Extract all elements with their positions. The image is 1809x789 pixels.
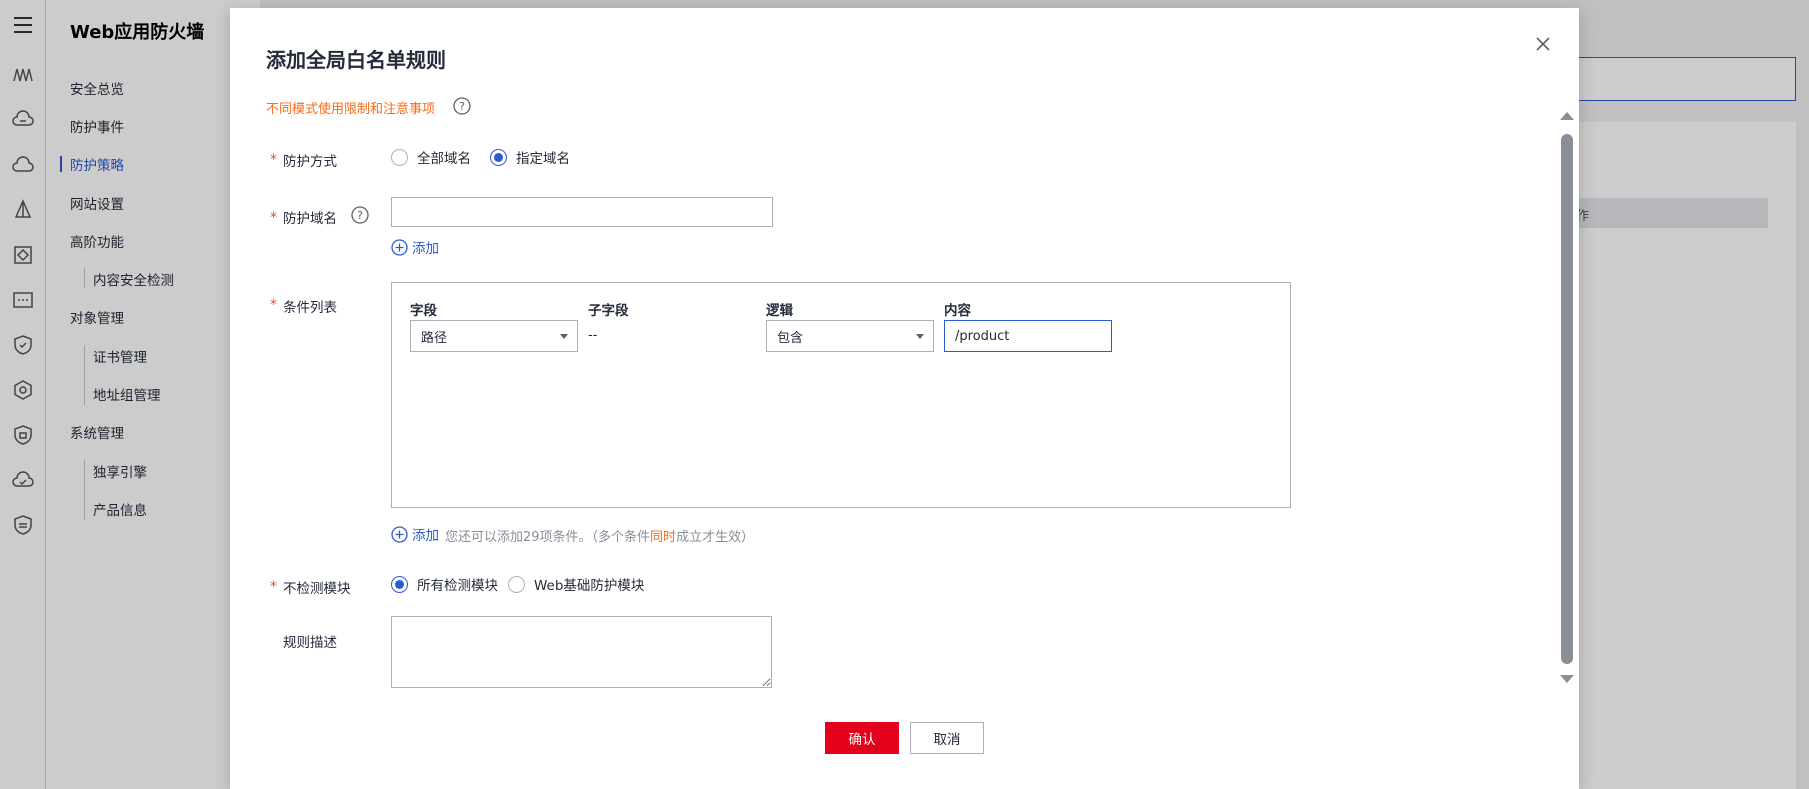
logic-select[interactable]: 包含: [766, 320, 934, 352]
svg-text:?: ?: [357, 209, 363, 222]
chevron-down-icon: [916, 334, 924, 339]
hint-text: 您还可以添加29项条件。（多个条件: [445, 530, 651, 545]
svg-text:?: ?: [459, 100, 465, 113]
add-condition-button[interactable]: 添加: [391, 524, 439, 544]
radio-label: Web基础防护模块: [534, 578, 645, 594]
radio-circle: [391, 148, 408, 166]
protect-domain-input[interactable]: [391, 197, 773, 227]
required-mark: *: [270, 210, 277, 226]
plus-circle-icon: [391, 525, 408, 543]
confirm-button[interactable]: 确认: [825, 722, 899, 754]
usage-notice-link[interactable]: 不同模式使用限制和注意事项: [266, 98, 435, 117]
dialog-title: 添加全局白名单规则: [266, 48, 446, 72]
radio-label: 所有检测模块: [417, 578, 498, 594]
radio-web-basic-protection[interactable]: Web基础防护模块: [508, 574, 644, 594]
required-mark: *: [270, 152, 277, 168]
radio-specified-domain[interactable]: 指定域名: [490, 147, 570, 167]
close-icon[interactable]: [1533, 34, 1553, 54]
rule-description-label: 规则描述: [283, 635, 337, 651]
column-header-logic: 逻辑: [766, 303, 793, 319]
chevron-down-icon: [560, 334, 568, 339]
radio-all-domains[interactable]: 全部域名: [391, 147, 471, 167]
hint-highlight: 同时: [650, 530, 677, 545]
radio-circle: [490, 148, 507, 166]
add-condition-label: 添加: [412, 528, 439, 544]
help-icon[interactable]: ?: [351, 206, 369, 224]
radio-circle: [508, 575, 525, 593]
radio-label: 全部域名: [417, 151, 471, 167]
add-domain-button[interactable]: 添加: [391, 237, 439, 257]
required-mark: *: [270, 579, 277, 595]
scroll-down-icon[interactable]: [1560, 675, 1574, 683]
scroll-up-icon[interactable]: [1560, 112, 1574, 120]
conditions-hint: 您还可以添加29项条件。（多个条件同时成立才生效）: [445, 526, 754, 545]
column-header-content: 内容: [944, 303, 971, 319]
help-icon[interactable]: ?: [453, 97, 471, 115]
column-header-field: 字段: [410, 303, 437, 319]
plus-circle-icon: [391, 238, 408, 256]
rule-description-textarea[interactable]: [391, 616, 772, 688]
protect-mode-label: 防护方式: [283, 154, 337, 170]
content-input[interactable]: [944, 320, 1112, 352]
required-mark: *: [270, 297, 277, 313]
field-select-value: 路径: [421, 330, 448, 346]
scrollbar-thumb[interactable]: [1561, 134, 1573, 664]
add-whitelist-rule-dialog: 添加全局白名单规则 不同模式使用限制和注意事项 ? * 防护方式 全部域名 指定…: [230, 8, 1579, 789]
radio-label: 指定域名: [516, 151, 570, 167]
add-domain-label: 添加: [412, 241, 439, 257]
protect-domain-label: 防护域名: [283, 211, 337, 227]
cancel-button[interactable]: 取消: [910, 722, 984, 754]
hint-text-end: 成立才生效）: [676, 530, 755, 545]
subfield-value: --: [588, 328, 598, 343]
radio-all-detection-modules[interactable]: 所有检测模块: [391, 574, 498, 594]
field-select[interactable]: 路径: [410, 320, 578, 352]
conditions-table: 字段 子字段 逻辑 内容 路径 -- 包含: [391, 282, 1291, 508]
logic-select-value: 包含: [777, 330, 804, 346]
skip-module-label: 不检测模块: [283, 581, 351, 597]
conditions-label: 条件列表: [283, 300, 337, 316]
column-header-subfield: 子字段: [588, 303, 629, 319]
radio-circle: [391, 575, 408, 593]
